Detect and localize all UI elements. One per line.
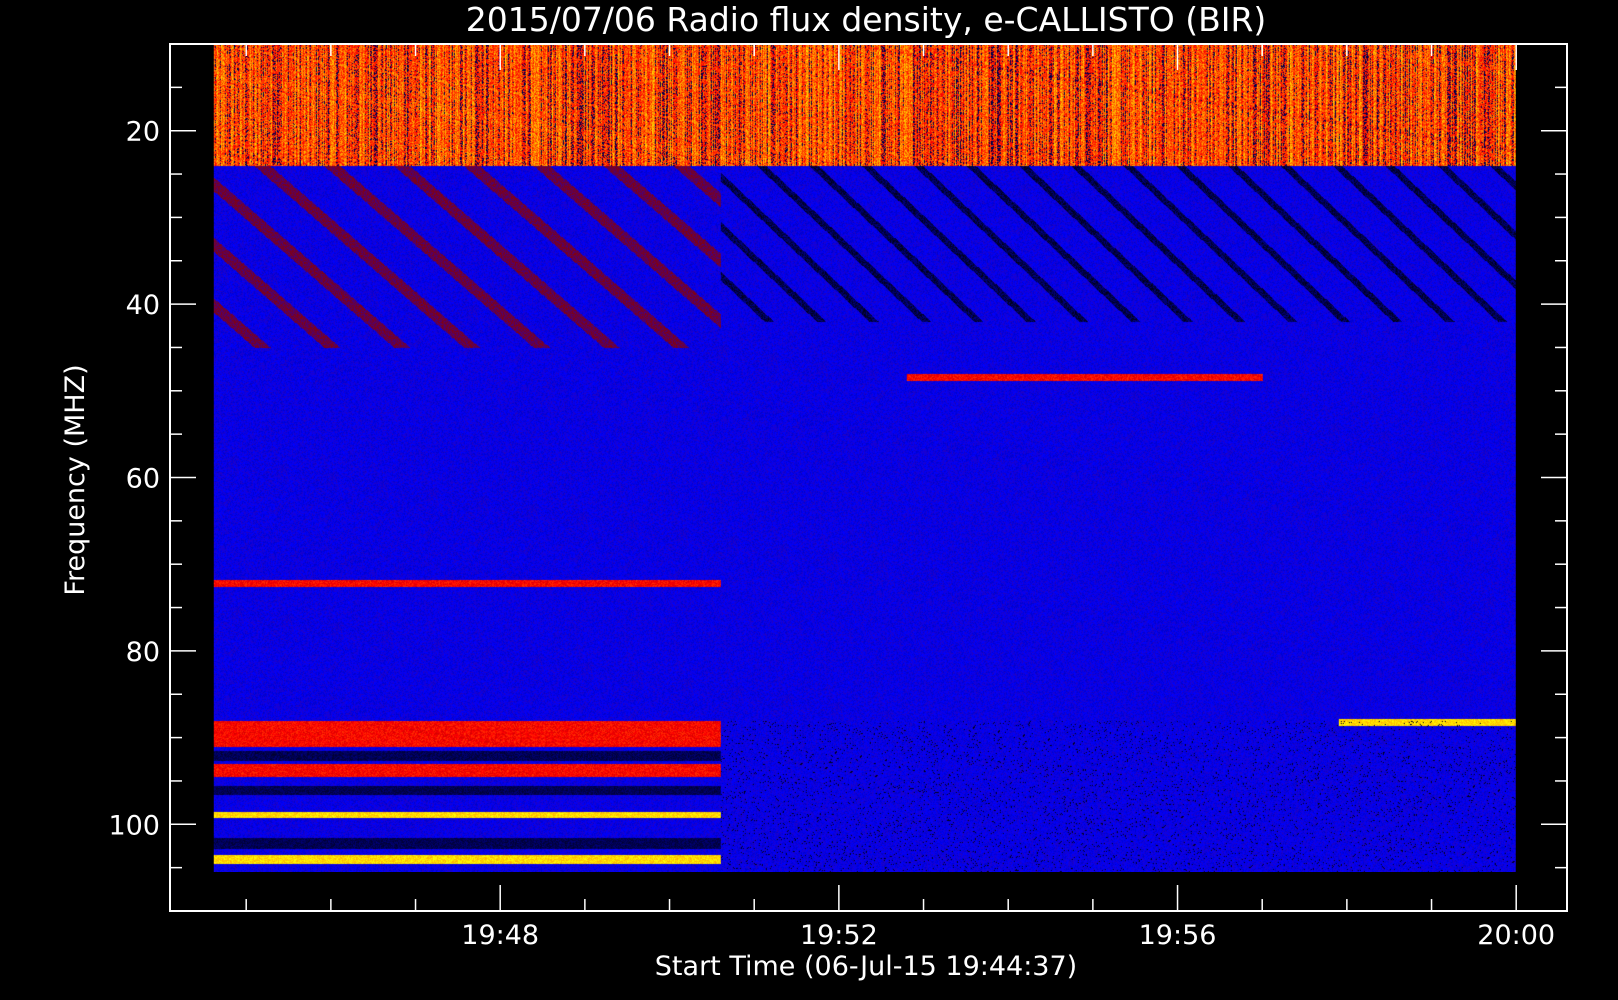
x-axis-label: Start Time (06-Jul-15 19:44:37)	[655, 951, 1077, 982]
y-tick-label: 60	[126, 464, 160, 495]
y-tick-label: 100	[108, 810, 160, 841]
x-tick-label: 20:00	[1477, 920, 1555, 951]
y-tick-label: 80	[126, 637, 160, 668]
x-tick-label: 19:52	[800, 920, 878, 951]
chart-title: 2015/07/06 Radio flux density, e-CALLIST…	[466, 0, 1267, 39]
spectrogram-heatmap	[213, 44, 1516, 872]
x-tick-label: 19:48	[461, 920, 539, 951]
y-tick-label: 40	[126, 290, 160, 321]
spectrogram-chart: 2015/07/06 Radio flux density, e-CALLIST…	[0, 0, 1618, 1000]
heatmap-raster	[213, 44, 1516, 872]
y-tick-label: 20	[126, 117, 160, 148]
x-tick-label: 19:56	[1139, 920, 1217, 951]
y-axis-label: Frequency (MHZ)	[60, 364, 91, 595]
